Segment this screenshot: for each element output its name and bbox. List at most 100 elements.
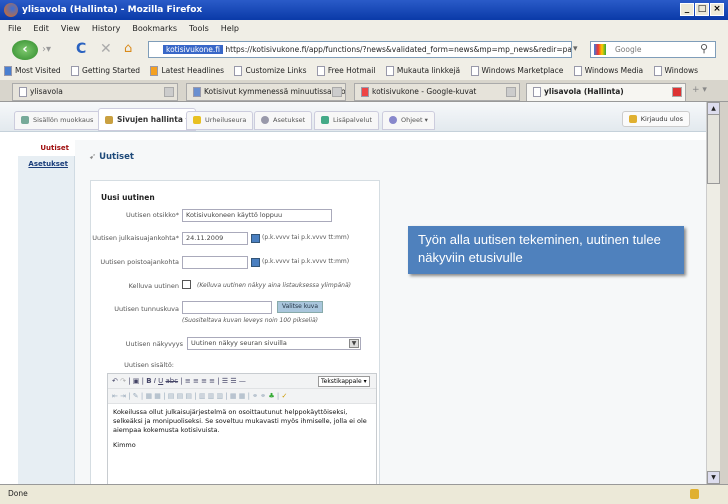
- menu-tools[interactable]: Tools: [189, 24, 209, 33]
- status-bar: Done: [0, 484, 728, 504]
- bookmark-item[interactable]: Free Hotmail: [316, 66, 375, 76]
- image-input[interactable]: [182, 301, 272, 314]
- sidebar-item-news[interactable]: Uutiset: [18, 140, 75, 156]
- menu-file[interactable]: File: [8, 24, 21, 33]
- status-text: Done: [8, 489, 28, 498]
- close-tab-icon[interactable]: [672, 87, 682, 97]
- search-placeholder: Google: [615, 45, 642, 54]
- annotation-callout: Työn alla uutisen tekeminen, uutinen tul…: [408, 226, 684, 274]
- image-note: (Suositeltava kuvan leveys noin 100 piks…: [182, 317, 319, 324]
- bookmark-item[interactable]: Windows: [653, 66, 698, 76]
- publish-date-input[interactable]: 24.11.2009: [182, 232, 248, 245]
- app-tab-addons[interactable]: Lisäpalvelut: [314, 111, 380, 130]
- italic-icon[interactable]: I: [154, 377, 156, 385]
- bold-icon[interactable]: B: [146, 377, 151, 385]
- bookmark-item[interactable]: Most Visited: [4, 66, 61, 76]
- reload-icon[interactable]: C: [76, 41, 86, 57]
- bookmark-item[interactable]: Latest Headlines: [150, 66, 224, 76]
- table-icons[interactable]: ▦ ▦ | ▤ ▤ ▤ | ▥ ▥ ▥ | ▦ ▦: [145, 392, 245, 400]
- visibility-select[interactable]: Uutinen näkyy seuran sivuilla ▼: [187, 337, 361, 350]
- rich-text-editor[interactable]: ↶ ↷ | ▣ | B I U abc | ≡ ≡ ≡ ≡ | ☰ ☰ — Te…: [107, 373, 377, 484]
- menu-help[interactable]: Help: [221, 24, 239, 33]
- browser-tab-active[interactable]: ylisavola (Hallinta): [526, 83, 686, 101]
- delete-date-label: Uutisen poistoajankohta: [100, 258, 179, 266]
- close-tab-icon[interactable]: [506, 87, 516, 97]
- url-dropdown-icon[interactable]: ▾: [573, 44, 578, 54]
- browser-tab[interactable]: kotisivukone - Google-kuvat: [354, 83, 520, 101]
- indent-icons[interactable]: ⇤ ⇥: [112, 392, 126, 400]
- delete-date-input[interactable]: [182, 256, 248, 269]
- edit-html-icon[interactable]: ✎: [133, 392, 139, 400]
- back-button[interactable]: ‹: [12, 40, 38, 60]
- paste-icon[interactable]: ▣: [133, 377, 140, 385]
- lock-icon[interactable]: [690, 489, 699, 499]
- site-identity[interactable]: kotisivukone.fi: [163, 45, 224, 54]
- format-select[interactable]: Tekstikappale ▾: [318, 376, 370, 387]
- search-input[interactable]: Google: [590, 41, 716, 58]
- list-icons[interactable]: ☰ ☰: [222, 377, 237, 385]
- strikethrough-icon[interactable]: abc: [165, 377, 178, 385]
- app-tab-pages[interactable]: Sivujen hallinta ▾: [98, 108, 197, 131]
- calendar-icon[interactable]: [251, 258, 260, 267]
- menu-view[interactable]: View: [61, 24, 80, 33]
- addons-icon: [321, 116, 329, 124]
- bookmark-item[interactable]: Customize Links: [234, 66, 306, 76]
- link-icons[interactable]: ⚭ ⚭: [252, 392, 266, 400]
- stop-icon[interactable]: ✕: [100, 41, 112, 57]
- bookmark-item[interactable]: Windows Media: [573, 66, 643, 76]
- news-form: Uusi uutinen Uutisen otsikko* Kotisivuko…: [90, 180, 380, 484]
- calendar-icon[interactable]: [251, 234, 260, 243]
- new-tab-button[interactable]: + ▾: [692, 85, 707, 95]
- maximize-button[interactable]: □: [695, 3, 709, 16]
- forward-button[interactable]: ›▾: [42, 44, 51, 55]
- redo-icon[interactable]: ↷: [120, 377, 126, 385]
- vertical-scrollbar[interactable]: ▲ ▼: [706, 102, 720, 484]
- close-tab-icon[interactable]: [332, 87, 342, 97]
- spellcheck-icon[interactable]: ✓: [282, 392, 288, 400]
- editor-content[interactable]: Kokeilussa ollut julkaisujärjestelmä on …: [108, 404, 376, 454]
- app-tab-content-edit[interactable]: Sisällön muokkaus: [14, 111, 101, 130]
- scroll-down-button[interactable]: ▼: [707, 471, 720, 484]
- sidebar-item-settings[interactable]: Asetukset: [18, 156, 74, 172]
- home-icon[interactable]: ⌂: [124, 41, 132, 56]
- chevron-down-icon[interactable]: ▼: [349, 339, 359, 348]
- editor-toolbar-row-2: ⇤ ⇥ | ✎ | ▦ ▦ | ▤ ▤ ▤ | ▥ ▥ ▥ | ▦ ▦ | ⚭ …: [108, 389, 376, 404]
- scroll-thumb[interactable]: [707, 114, 720, 184]
- minimize-button[interactable]: _: [680, 3, 694, 16]
- title-input[interactable]: Kotisivukoneen käyttö loppuu: [182, 209, 332, 222]
- align-icons[interactable]: ≡ ≡ ≡ ≡: [185, 377, 215, 385]
- menu-history[interactable]: History: [92, 24, 120, 33]
- bookmark-item[interactable]: Windows Marketplace: [470, 66, 563, 76]
- date-format-hint: (p.k.vvvv tai p.k.vvvv tt:mm): [262, 234, 350, 241]
- underline-icon[interactable]: U: [158, 377, 163, 385]
- title-label: Uutisen otsikko*: [125, 211, 179, 219]
- app-tab-help[interactable]: Ohjeet ▾: [382, 111, 435, 130]
- close-window-button[interactable]: ×: [710, 3, 724, 16]
- menu-bookmarks[interactable]: Bookmarks: [132, 24, 177, 33]
- undo-icon[interactable]: ↶: [112, 377, 118, 385]
- menu-edit[interactable]: Edit: [33, 24, 49, 33]
- google-icon[interactable]: [594, 44, 606, 55]
- choose-image-button[interactable]: Valitse kuva: [277, 301, 323, 313]
- search-icon[interactable]: ⚲: [700, 42, 708, 55]
- close-tab-icon[interactable]: [164, 87, 174, 97]
- bookmark-item[interactable]: Getting Started: [71, 66, 140, 76]
- floating-note: (Kelluva uutinen näkyy aina listauksessa…: [197, 282, 352, 289]
- firefox-logo-icon: [4, 3, 18, 17]
- floating-checkbox[interactable]: [182, 280, 191, 289]
- url-bar[interactable]: kotisivukone.fi https://kotisivukone.fi/…: [148, 41, 572, 58]
- gear-icon: [261, 116, 269, 124]
- content-paragraph: Kokeilussa ollut julkaisujärjestelmä on …: [113, 408, 367, 434]
- window-title: ylisavola (Hallinta) - Mozilla Firefox: [22, 5, 203, 15]
- app-tab-club[interactable]: Urheiluseura: [186, 111, 254, 130]
- publish-date-label: Uutisen julkaisuajankohta*: [92, 234, 179, 242]
- news-icon: ➹: [89, 152, 100, 162]
- app-tab-settings[interactable]: Asetukset: [254, 111, 313, 130]
- web-page: Sisällön muokkaus Sivujen hallinta ▾ Urh…: [0, 102, 706, 484]
- logout-button[interactable]: Kirjaudu ulos: [621, 111, 690, 127]
- image-icon[interactable]: ♣: [268, 392, 274, 400]
- visibility-value: Uutinen näkyy seuran sivuilla: [191, 339, 287, 347]
- browser-tab[interactable]: Kotisivut kymmenessä minuutissa. Ko...: [186, 83, 346, 101]
- browser-tab[interactable]: ylisavola: [12, 83, 178, 101]
- bookmark-item[interactable]: Mukauta linkkejä: [385, 66, 460, 76]
